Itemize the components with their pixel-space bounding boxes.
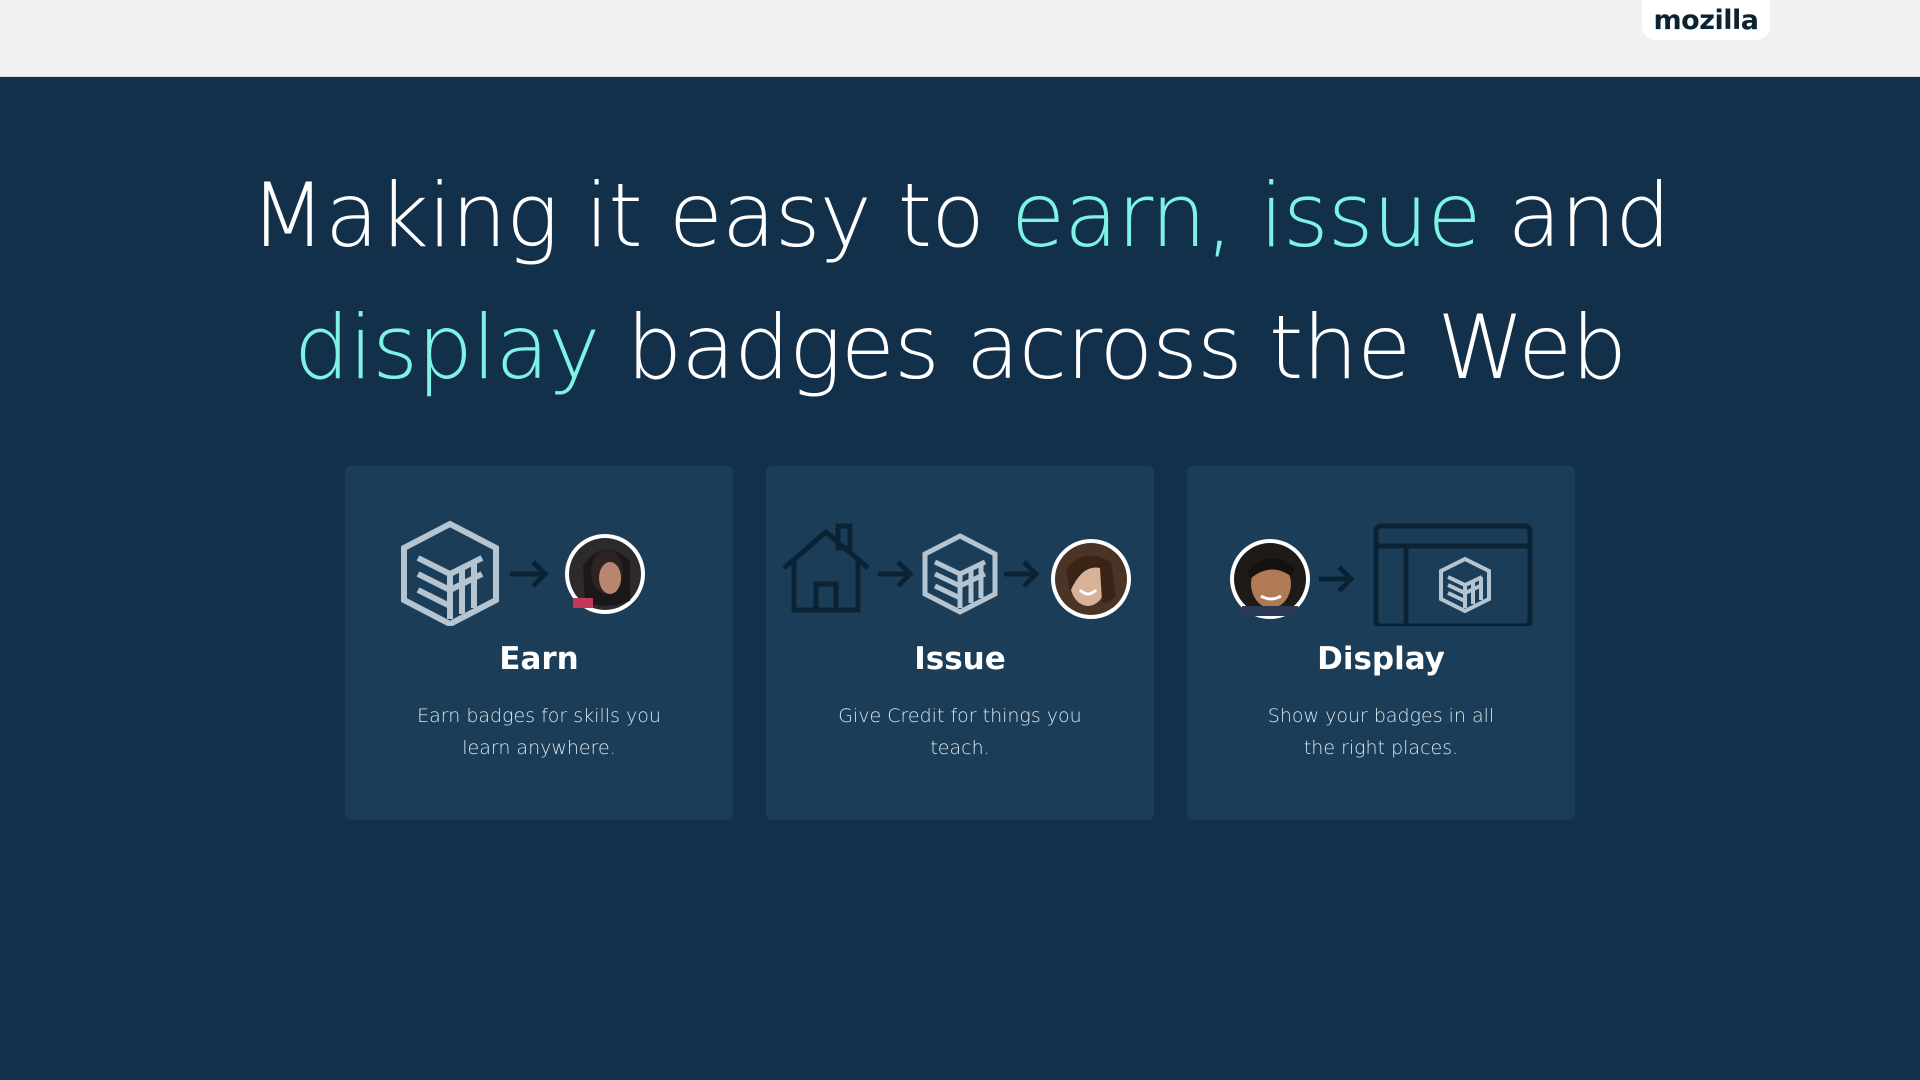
issue-illustration xyxy=(782,523,1131,619)
feature-cards: Earn Earn badges for skills you learn an… xyxy=(345,466,1577,820)
card-description: Earn badges for skills you learn anywher… xyxy=(399,700,679,764)
browser-window-icon xyxy=(1373,523,1533,626)
earn-card: Earn Earn badges for skills you learn an… xyxy=(345,466,733,820)
learner-avatar xyxy=(1051,539,1131,619)
hero-headline: Making it easy to earn, issue and displa… xyxy=(0,150,1920,414)
school-house-icon xyxy=(782,523,870,613)
badge-icon xyxy=(401,520,499,626)
issue-card: Issue Give Credit for things you teach. xyxy=(766,466,1154,820)
card-description: Give Credit for things you teach. xyxy=(820,700,1100,764)
earner-avatar xyxy=(565,534,645,614)
card-description-line: Show your badges in all xyxy=(1267,705,1495,727)
card-description-line: Earn badges for skills you xyxy=(417,705,661,727)
brand-name: mozilla xyxy=(1653,4,1759,36)
display-illustration xyxy=(1230,523,1533,626)
card-description-line: teach. xyxy=(930,737,990,759)
headline-text-2: and xyxy=(1480,164,1671,267)
card-description: Show your badges in all the right places… xyxy=(1241,700,1521,764)
card-description-line: the right places. xyxy=(1303,737,1459,759)
badge-icon xyxy=(1439,556,1491,614)
display-card: Display Show your badges in all the righ… xyxy=(1187,466,1575,820)
headline-highlight-2: display xyxy=(293,296,600,399)
earn-illustration xyxy=(401,520,645,626)
arrow-right-icon xyxy=(510,560,549,588)
arrow-right-icon xyxy=(1319,565,1355,593)
headline-text-3: badges across the Web xyxy=(599,296,1627,399)
mozilla-logo[interactable]: mozilla xyxy=(1642,0,1770,40)
card-description-line: learn anywhere. xyxy=(462,737,616,759)
card-title: Display xyxy=(1317,641,1445,677)
card-title: Earn xyxy=(499,641,579,677)
arrow-right-icon xyxy=(1004,560,1040,588)
headline-highlight-1: earn, issue xyxy=(1011,164,1481,267)
headline-text-1: Making it easy to xyxy=(249,164,1011,267)
arrow-right-icon xyxy=(878,560,914,588)
card-title: Issue xyxy=(914,641,1006,677)
card-description-line: Give Credit for things you xyxy=(838,705,1082,727)
user-avatar xyxy=(1230,539,1310,619)
badge-icon xyxy=(922,533,998,615)
top-bar: mozilla xyxy=(0,0,1920,77)
